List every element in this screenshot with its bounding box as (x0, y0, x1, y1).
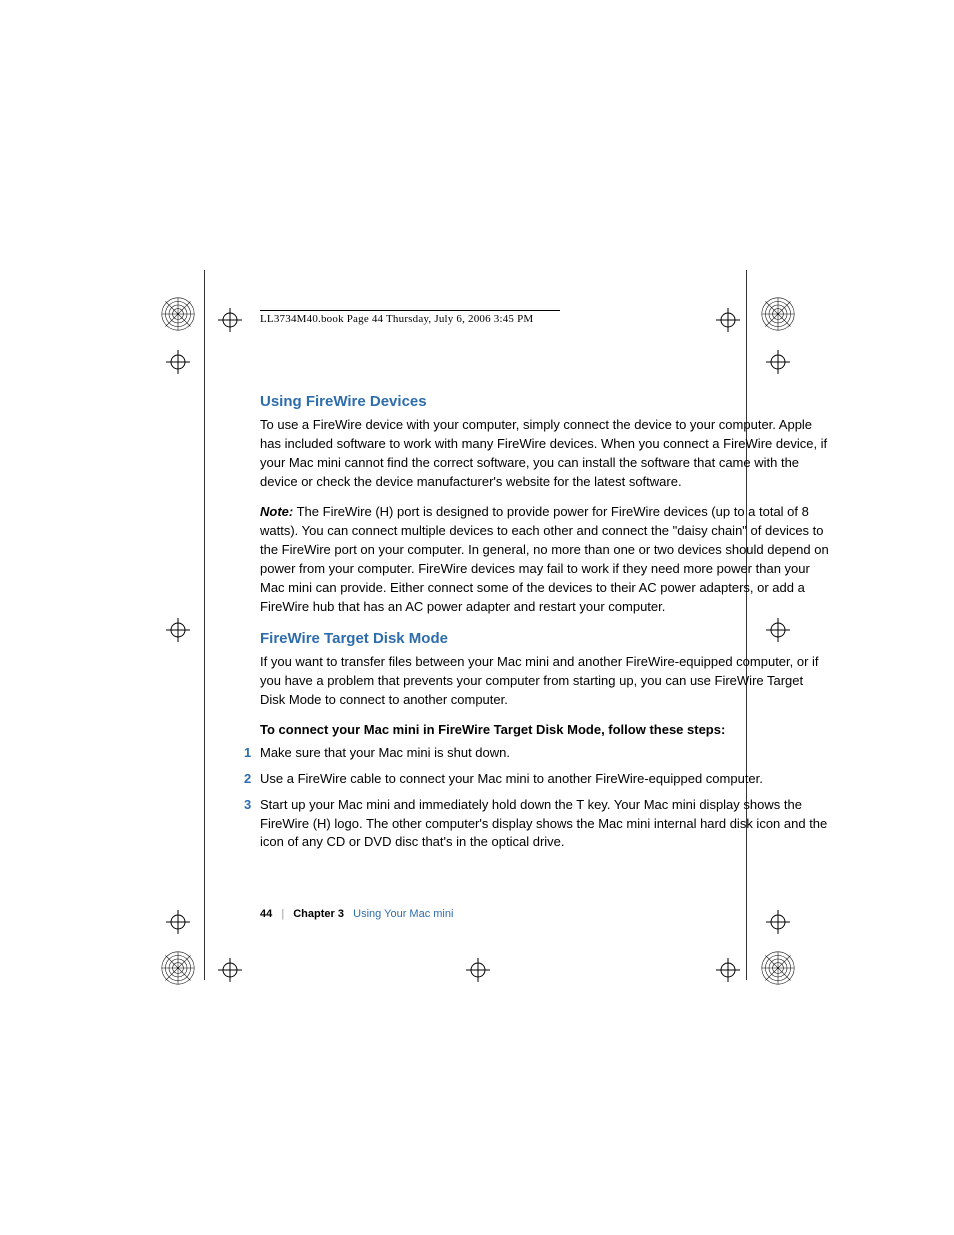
step-text: Make sure that your Mac mini is shut dow… (260, 745, 510, 760)
body-paragraph: If you want to transfer files between yo… (260, 653, 830, 710)
guide-vline-left (204, 270, 205, 980)
step-text: Start up your Mac mini and immediately h… (260, 797, 827, 850)
spiro-mark-icon (160, 950, 196, 986)
steps-list: 1Make sure that your Mac mini is shut do… (260, 744, 830, 852)
body-paragraph: To use a FireWire device with your compu… (260, 416, 830, 491)
registration-mark-icon (716, 958, 740, 982)
note-paragraph: Note: The FireWire (H) port is designed … (260, 503, 830, 616)
page-footer: 44 | Chapter 3 Using Your Mac mini (260, 908, 453, 920)
chapter-title: Using Your Mac mini (353, 908, 453, 920)
registration-mark-icon (766, 910, 790, 934)
page-number: 44 (260, 908, 272, 920)
step-text: Use a FireWire cable to connect your Mac… (260, 771, 763, 786)
step-number: 1 (244, 744, 251, 763)
section-heading-target-disk-mode: FireWire Target Disk Mode (260, 630, 830, 647)
spiro-mark-icon (760, 950, 796, 986)
note-label: Note: (260, 504, 293, 519)
registration-mark-icon (166, 350, 190, 374)
note-body: The FireWire (H) port is designed to pro… (260, 504, 829, 613)
list-item: 3Start up your Mac mini and immediately … (260, 796, 830, 853)
registration-mark-icon (218, 308, 242, 332)
registration-mark-icon (218, 958, 242, 982)
spiro-mark-icon (160, 296, 196, 332)
list-item: 1Make sure that your Mac mini is shut do… (260, 744, 830, 763)
step-number: 2 (244, 770, 251, 789)
section-heading-using-firewire: Using FireWire Devices (260, 393, 830, 410)
step-number: 3 (244, 796, 251, 815)
registration-mark-icon (166, 618, 190, 642)
footer-divider: | (281, 908, 284, 920)
page-content: LL3734M40.book Page 44 Thursday, July 6,… (260, 310, 830, 859)
chapter-label: Chapter 3 (293, 908, 344, 920)
running-header: LL3734M40.book Page 44 Thursday, July 6,… (260, 310, 560, 325)
registration-mark-icon (166, 910, 190, 934)
list-item: 2Use a FireWire cable to connect your Ma… (260, 770, 830, 789)
steps-intro: To connect your Mac mini in FireWire Tar… (260, 722, 830, 737)
registration-mark-icon (466, 958, 490, 982)
